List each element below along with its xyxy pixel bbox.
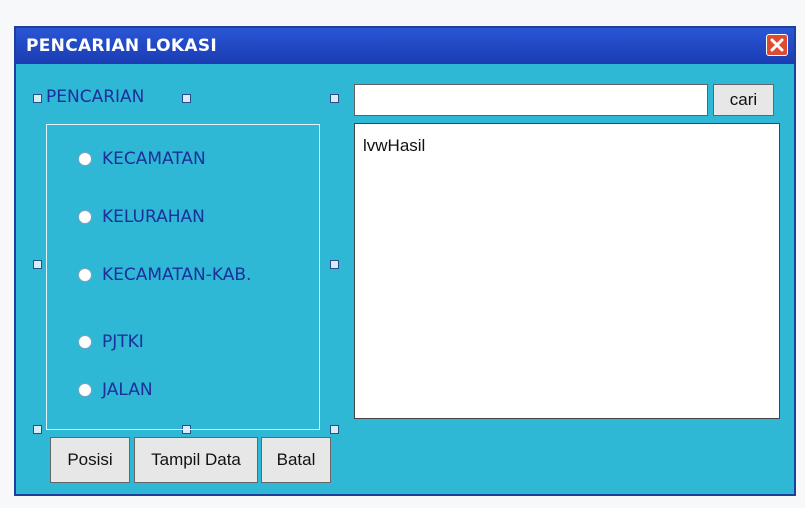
- radio-kecamatan-kab[interactable]: KECAMATAN-KAB.: [78, 262, 251, 288]
- close-button[interactable]: [766, 34, 788, 56]
- result-list[interactable]: lvwHasil: [354, 123, 780, 419]
- radio-jalan[interactable]: JALAN: [78, 377, 153, 403]
- selection-handle[interactable]: [33, 94, 42, 103]
- result-list-name: lvwHasil: [363, 136, 426, 155]
- search-button[interactable]: cari: [713, 84, 774, 116]
- radio-button[interactable]: [78, 335, 92, 349]
- radio-button[interactable]: [78, 152, 92, 166]
- window-title: PENCARIAN LOKASI: [26, 36, 218, 56]
- title-bar[interactable]: PENCARIAN LOKASI: [16, 28, 794, 64]
- radio-kecamatan[interactable]: KECAMATAN: [78, 146, 206, 172]
- radio-label: KECAMATAN-KAB.: [102, 265, 252, 285]
- radio-pjtki[interactable]: PJTKI: [78, 329, 144, 355]
- radio-button[interactable]: [78, 383, 92, 397]
- position-button[interactable]: Posisi: [50, 437, 130, 483]
- cancel-button[interactable]: Batal: [261, 437, 331, 483]
- selection-handle[interactable]: [330, 94, 339, 103]
- search-frame-caption: PENCARIAN: [46, 87, 145, 107]
- close-icon: [770, 38, 784, 52]
- selection-handle[interactable]: [182, 94, 191, 103]
- radio-label: PJTKI: [102, 332, 144, 352]
- radio-button[interactable]: [78, 210, 92, 224]
- radio-label: KELURAHAN: [102, 207, 205, 227]
- radio-button[interactable]: [78, 268, 92, 282]
- selection-handle[interactable]: [330, 425, 339, 434]
- selection-handle[interactable]: [33, 260, 42, 269]
- search-input[interactable]: [354, 84, 708, 116]
- selection-handle[interactable]: [33, 425, 42, 434]
- selection-handle[interactable]: [330, 260, 339, 269]
- radio-kelurahan[interactable]: KELURAHAN: [78, 204, 205, 230]
- search-location-window: PENCARIAN LOKASI PENCARIAN KECAMATAN KEL…: [14, 26, 796, 496]
- radio-label: JALAN: [102, 380, 153, 400]
- show-data-button[interactable]: Tampil Data: [134, 437, 258, 483]
- radio-label: KECAMATAN: [102, 149, 206, 169]
